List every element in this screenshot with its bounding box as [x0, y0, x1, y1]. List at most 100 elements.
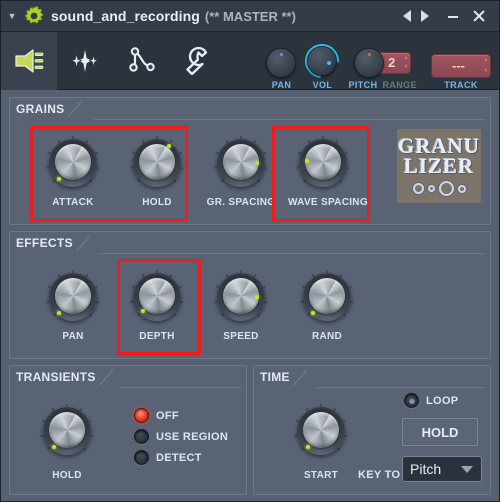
transients-mode-group: OFF USE REGION DETECT	[134, 408, 228, 471]
top-knob-group: PAN VOL 2 › ‹ PITCH RANGE --- › ‹ TRACK	[257, 32, 499, 90]
envelope-points-icon[interactable]	[113, 32, 169, 90]
track-value-box[interactable]: --- › ‹	[431, 53, 491, 78]
speaker-plug-icon[interactable]	[1, 31, 57, 90]
knob-wave-spacing[interactable]: WAVE SPACING	[288, 132, 368, 208]
toolbar: PAN VOL 2 › ‹ PITCH RANGE --- › ‹ TRACK	[1, 31, 499, 90]
radio-button[interactable]	[134, 450, 149, 465]
chevron-up-icon[interactable]: ›	[405, 55, 407, 63]
pan-label: PAN	[271, 79, 292, 90]
key-to-dropdown[interactable]: Pitch	[402, 456, 482, 482]
panel-divider	[94, 119, 485, 120]
knob-attack[interactable]: ATTACK	[38, 132, 108, 208]
radio-button[interactable]	[404, 393, 419, 408]
knob-led	[57, 311, 61, 315]
hold-button[interactable]: HOLD	[402, 418, 478, 446]
radio-label: DETECT	[156, 451, 202, 464]
tab-slant	[292, 369, 307, 385]
tab-slant	[75, 235, 90, 251]
pan-knob-group: PAN	[266, 47, 297, 90]
granulizer-logo: GRANU LIZER	[397, 129, 481, 203]
radio-button[interactable]	[134, 429, 149, 444]
effects-section-header: EFFECTS	[16, 235, 90, 251]
radio-option-detect[interactable]: DETECT	[134, 450, 228, 465]
gear-icon[interactable]	[23, 5, 45, 27]
loop-label: LOOP	[426, 394, 459, 407]
panel-divider	[120, 387, 241, 388]
knob-label: ATTACK	[52, 197, 94, 208]
knob-label: RAND	[311, 331, 343, 342]
knob-hold-grains[interactable]: HOLD	[122, 132, 192, 208]
knob-led	[52, 445, 56, 449]
pitch-range-group: 2 › ‹ PITCH RANGE	[348, 47, 417, 90]
knob-speed[interactable]: SPEED	[206, 266, 276, 342]
waveform-icon[interactable]	[57, 32, 113, 90]
time-title: TIME	[260, 370, 290, 384]
window-title: sound_and_recording	[51, 8, 200, 24]
plugin-window: ▼ sound_and_recording (** MASTER **) PAN…	[0, 0, 500, 502]
vol-knob-group: VOL	[298, 36, 347, 90]
knob-label: SPEED	[223, 331, 259, 342]
transients-section-header: TRANSIENTS	[16, 369, 113, 385]
chevron-down-icon[interactable]: ‹	[405, 63, 407, 71]
close-icon[interactable]	[468, 6, 490, 26]
vol-knob[interactable]	[307, 45, 338, 76]
knob-hold-transients[interactable]: HOLD	[32, 400, 102, 481]
pitch-label: PITCH	[348, 79, 378, 90]
knob-label: START	[303, 470, 339, 481]
track-group: --- › ‹ TRACK	[431, 53, 491, 90]
knob-label: PAN	[62, 331, 84, 342]
logo-line-2: LIZER	[403, 154, 475, 178]
transients-panel: TRANSIENTS HOLD OFF USE REGION DETECT	[9, 365, 247, 495]
track-value: ---	[452, 58, 465, 73]
radio-label: USE REGION	[156, 430, 229, 443]
chevron-down-icon[interactable]	[461, 466, 473, 473]
track-chevron-down-icon[interactable]: ‹	[485, 67, 487, 75]
knob-label: DEPTH	[139, 331, 175, 342]
knob-label: HOLD	[142, 197, 172, 208]
knob-led	[255, 295, 259, 299]
knob-label: HOLD	[52, 470, 82, 481]
pan-knob[interactable]	[266, 47, 297, 78]
caret-down-icon[interactable]: ▼	[1, 11, 23, 21]
range-value: 2	[388, 55, 396, 70]
vol-label: VOL	[312, 79, 333, 90]
knob-depth[interactable]: DEPTH	[122, 266, 192, 342]
knob-gr-spacing[interactable]: GR. SPACING	[206, 132, 276, 208]
logo-circles	[412, 181, 466, 196]
radio-option-off[interactable]: OFF	[134, 408, 228, 423]
range-label: RANGE	[382, 79, 417, 90]
knob-led	[167, 144, 171, 148]
arrow-left-icon[interactable]	[399, 7, 415, 25]
effects-title: EFFECTS	[16, 236, 73, 250]
loop-toggle[interactable]: LOOP	[404, 393, 458, 408]
radio-label: OFF	[156, 409, 179, 422]
effects-panel: EFFECTS PAN DEPTH SPEED RAND	[9, 231, 491, 359]
panel-divider	[316, 387, 485, 388]
dropdown-value: Pitch	[410, 461, 442, 477]
knob-led	[255, 161, 259, 165]
track-chevron-up-icon[interactable]: ›	[485, 57, 487, 65]
key-to-label: KEY TO	[358, 469, 401, 481]
grains-panel: GRAINS ATTACK HOLD GR. SPACING WAVE SPAC…	[9, 97, 491, 225]
track-label: TRACK	[444, 79, 478, 90]
radio-button[interactable]	[134, 408, 149, 423]
knob-led	[306, 445, 310, 449]
knob-start[interactable]: START	[286, 400, 356, 481]
arrow-right-icon[interactable]	[417, 7, 433, 25]
tab-slant	[67, 101, 82, 117]
transients-title: TRANSIENTS	[16, 370, 96, 384]
knob-pan-effects[interactable]: PAN	[38, 266, 108, 342]
knob-led	[311, 311, 315, 315]
knob-rand[interactable]: RAND	[292, 266, 362, 342]
knob-led	[57, 177, 61, 181]
minimize-icon[interactable]	[442, 6, 464, 26]
time-section-header: TIME	[260, 369, 307, 385]
pitch-knob[interactable]	[354, 47, 385, 78]
grains-section-header: GRAINS	[16, 101, 82, 117]
knob-led	[141, 309, 145, 313]
panel-divider	[98, 253, 485, 254]
radio-option-use-region[interactable]: USE REGION	[134, 429, 228, 444]
tab-slant	[98, 369, 113, 385]
knob-label: WAVE SPACING	[288, 197, 368, 208]
wrench-icon[interactable]	[169, 32, 225, 90]
